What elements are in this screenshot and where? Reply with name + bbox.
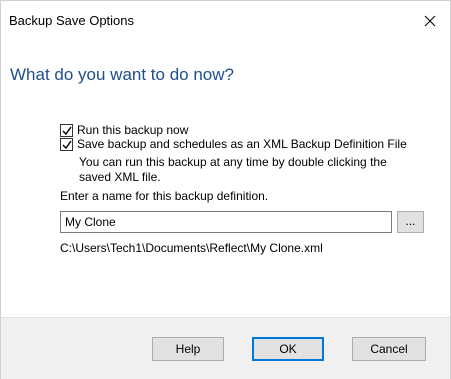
checkmark-icon <box>62 126 72 135</box>
file-path-label: C:\Users\Tech1\Documents\Reflect\My Clon… <box>60 241 323 255</box>
page-heading: What do you want to do now? <box>10 65 234 84</box>
close-icon <box>424 15 436 27</box>
window-title: Backup Save Options <box>9 13 135 28</box>
save-xml-definition-checkbox[interactable] <box>60 137 73 151</box>
close-button[interactable] <box>410 1 450 41</box>
checkmark-icon <box>62 140 72 149</box>
ok-button[interactable]: OK <box>252 337 324 361</box>
browse-button[interactable]: ... <box>397 211 424 233</box>
name-prompt: Enter a name for this backup definition. <box>60 189 269 203</box>
save-xml-definition-option[interactable]: Save backup and schedules as an XML Back… <box>60 135 407 153</box>
title-bar: Backup Save Options <box>1 1 450 45</box>
backup-name-input[interactable] <box>60 211 392 233</box>
button-bar: Help OK Cancel <box>1 317 450 379</box>
backup-save-options-dialog: Backup Save Options What do you want to … <box>0 0 451 379</box>
help-button[interactable]: Help <box>152 337 224 361</box>
cancel-button[interactable]: Cancel <box>352 337 426 361</box>
save-xml-definition-label[interactable]: Save backup and schedules as an XML Back… <box>77 137 407 151</box>
dialog-content: What do you want to do now? Run this bac… <box>1 45 450 317</box>
help-text: You can run this backup at any time by d… <box>79 155 387 184</box>
